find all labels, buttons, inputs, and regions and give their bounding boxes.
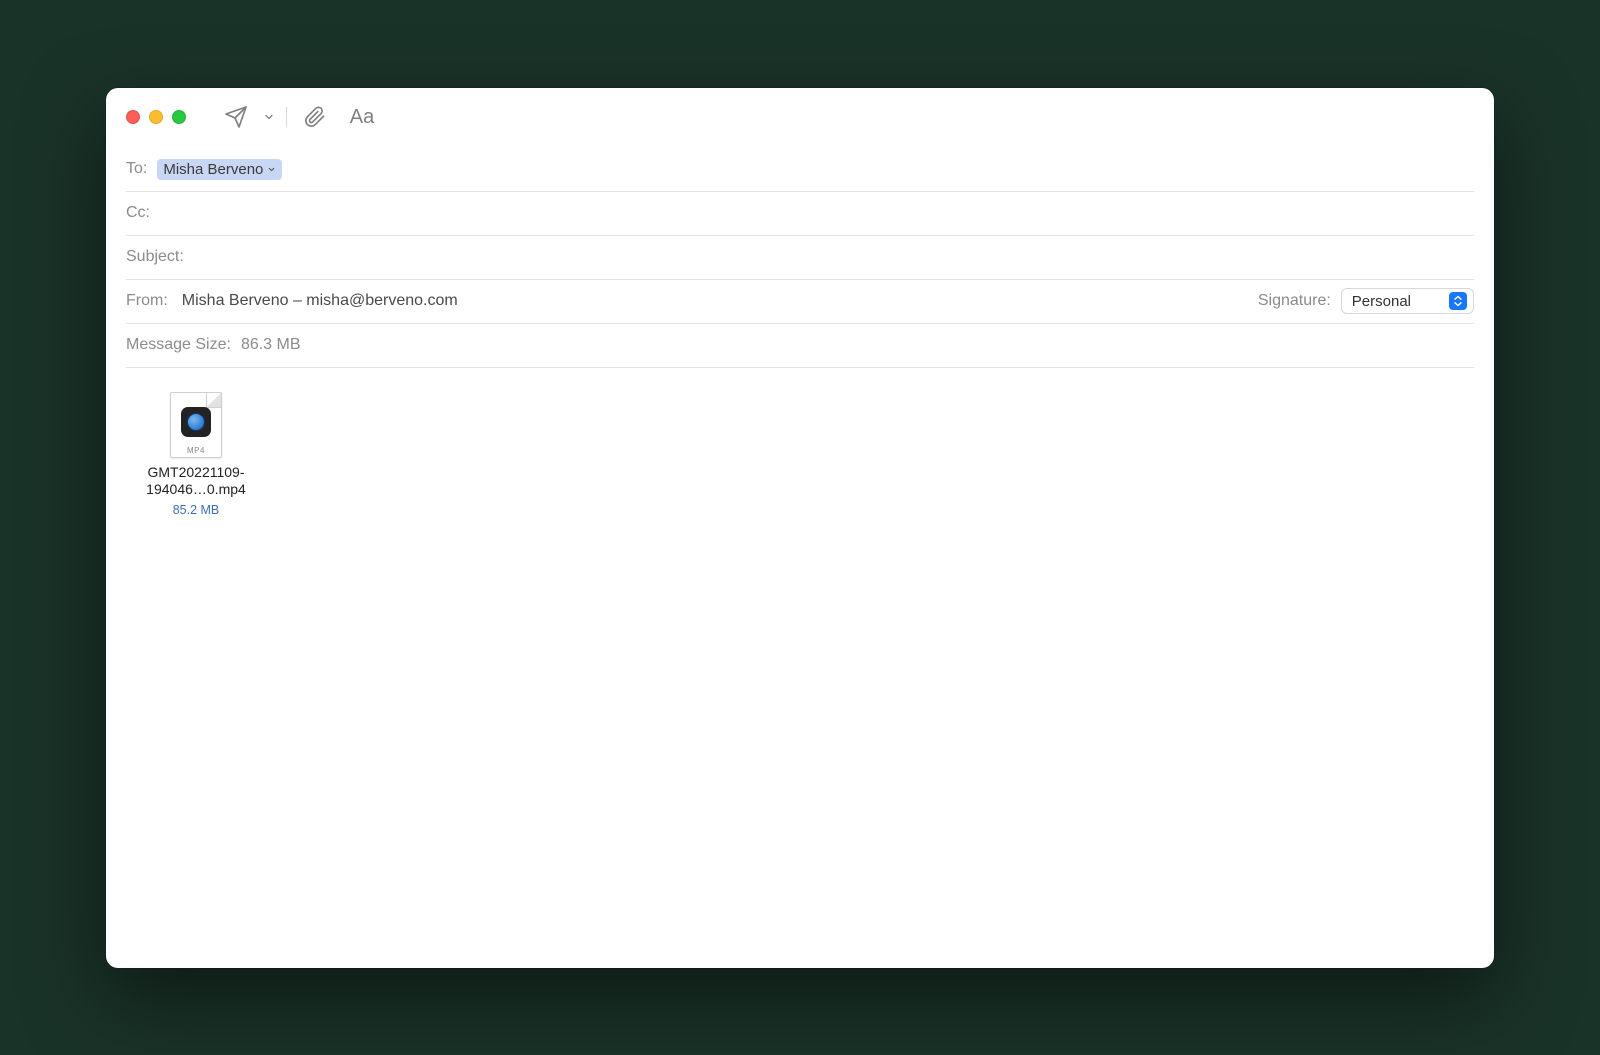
from-left: From: Misha Berveno – misha@berveno.com — [126, 292, 458, 310]
message-body[interactable]: MP4 GMT20221109-194046…0.mp4 85.2 MB — [106, 368, 1494, 968]
message-size-value: 86.3 MB — [241, 336, 301, 354]
message-size-label: Message Size: — [126, 336, 231, 354]
chevron-down-icon — [263, 111, 275, 123]
minimize-window-button[interactable] — [149, 110, 163, 124]
to-label: To: — [126, 160, 147, 178]
compose-window: Aa To: Misha Berveno Cc: Subject: From: — [106, 88, 1494, 968]
signature-label: Signature: — [1258, 292, 1331, 310]
message-size-row: Message Size: 86.3 MB — [126, 324, 1474, 368]
send-options-dropdown[interactable] — [258, 111, 280, 123]
recipient-name: Misha Berveno — [163, 161, 263, 178]
header-fields: To: Misha Berveno Cc: Subject: From: Mis… — [106, 148, 1494, 368]
cc-field-row[interactable]: Cc: — [126, 192, 1474, 236]
attachment-extension: MP4 — [187, 446, 205, 455]
quicktime-icon — [181, 407, 211, 437]
attachment-item[interactable]: MP4 GMT20221109-194046…0.mp4 85.2 MB — [126, 392, 266, 517]
attachment-size: 85.2 MB — [173, 503, 220, 517]
send-button[interactable] — [214, 99, 258, 135]
close-window-button[interactable] — [126, 110, 140, 124]
signature-select[interactable]: Personal — [1341, 288, 1474, 314]
select-caret-icon — [1449, 292, 1467, 310]
recipient-pill[interactable]: Misha Berveno — [157, 159, 282, 180]
attachment-file-icon: MP4 — [170, 392, 222, 458]
subject-label: Subject: — [126, 248, 184, 266]
send-icon — [224, 105, 248, 129]
signature-value: Personal — [1352, 293, 1411, 310]
paperclip-icon — [304, 106, 326, 128]
subject-field-row[interactable]: Subject: — [126, 236, 1474, 280]
chevron-down-icon — [267, 165, 276, 174]
attachment-filename: GMT20221109-194046…0.mp4 — [131, 464, 261, 499]
window-controls — [126, 110, 186, 124]
attach-button[interactable] — [293, 99, 337, 135]
from-field-row: From: Misha Berveno – misha@berveno.com … — [126, 280, 1474, 324]
format-button[interactable]: Aa — [337, 99, 387, 135]
to-field-row[interactable]: To: Misha Berveno — [126, 148, 1474, 192]
signature-group: Signature: Personal — [1258, 288, 1474, 314]
cc-input[interactable] — [160, 204, 1474, 222]
from-value[interactable]: Misha Berveno – misha@berveno.com — [182, 292, 458, 310]
toolbar: Aa — [214, 99, 387, 135]
from-label: From: — [126, 292, 168, 310]
cc-label: Cc: — [126, 204, 150, 222]
toolbar-separator — [286, 107, 287, 127]
format-icon: Aa — [350, 106, 374, 129]
titlebar: Aa — [106, 88, 1494, 148]
subject-input[interactable] — [194, 248, 1474, 266]
zoom-window-button[interactable] — [172, 110, 186, 124]
